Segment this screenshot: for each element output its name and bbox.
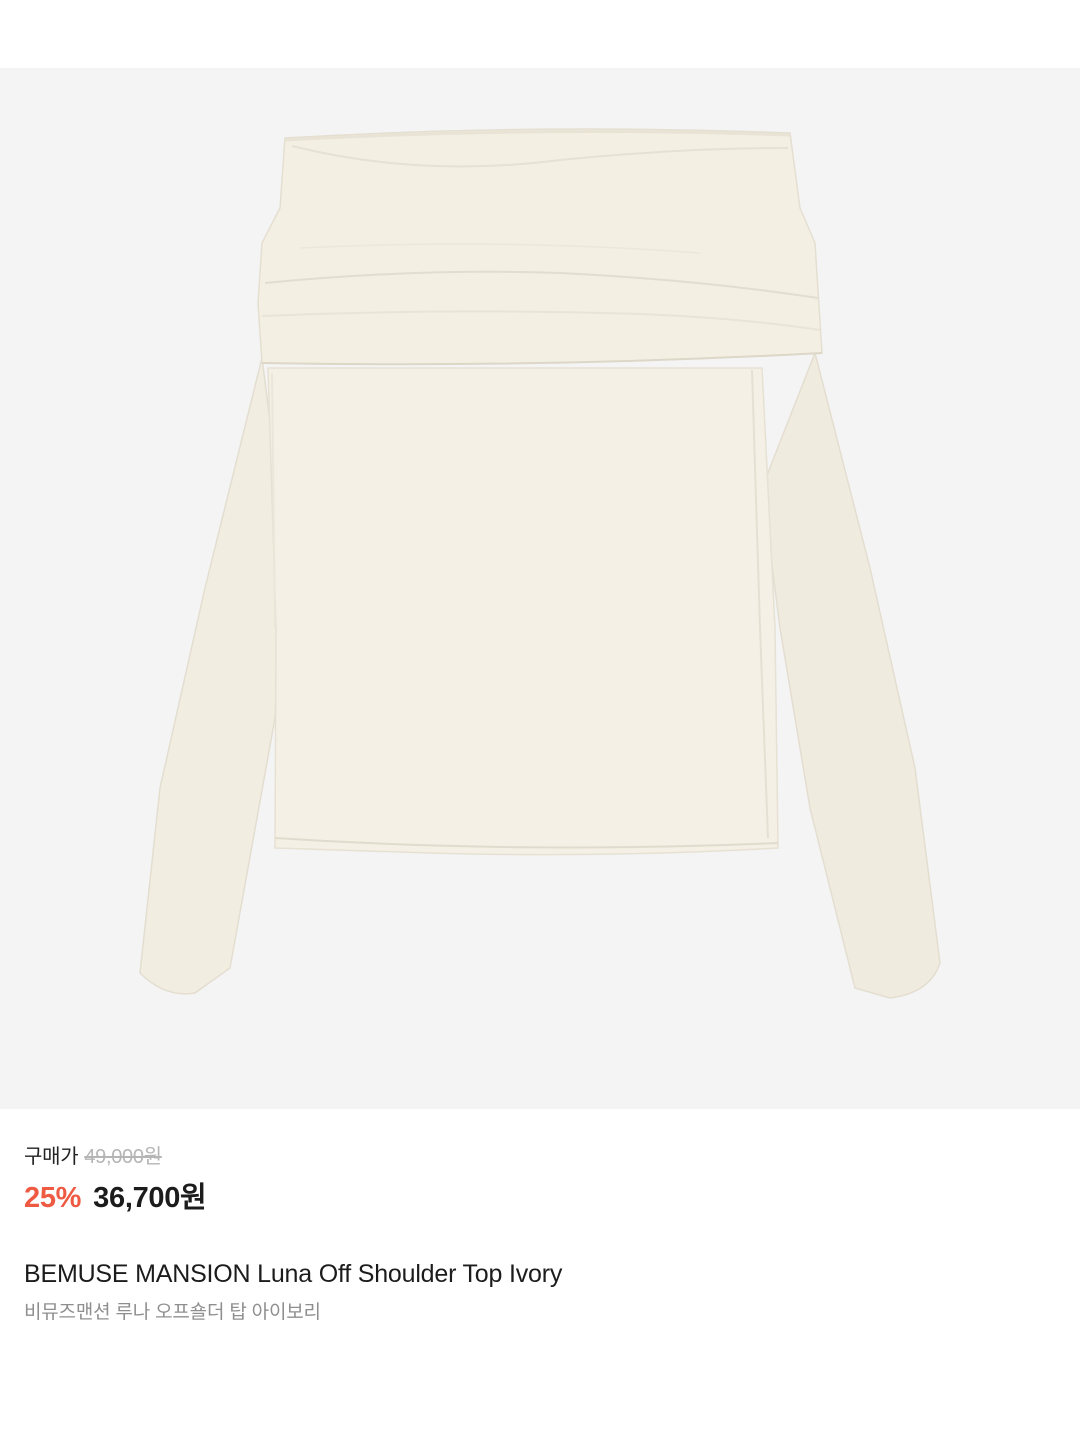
off-shoulder-top-illustration: [139, 128, 941, 999]
buy-price-label: 구매가: [24, 1146, 79, 1168]
product-name-english: BEMUSE MANSION Luna Off Shoulder Top Ivo…: [24, 1260, 563, 1288]
product-info: 구매가 49,000원 25% 36,700원 BEMUSE MANSION L…: [24, 1140, 1056, 1324]
garment-body: [267, 367, 779, 856]
product-image[interactable]: [0, 68, 1080, 1109]
right-sleeve: [761, 350, 941, 999]
left-sleeve: [139, 357, 286, 995]
product-detail-page: 구매가 49,000원 25% 36,700원 BEMUSE MANSION L…: [0, 0, 1080, 1440]
product-name-korean: 비뮤즈맨션 루나 오프숄더 탑 아이보리: [24, 1302, 321, 1323]
sale-price-row: 25% 36,700원: [24, 1174, 1056, 1216]
discount-rate: 25%: [24, 1182, 82, 1214]
original-price-row: 구매가 49,000원: [24, 1140, 1056, 1172]
sale-price: 36,700원: [93, 1182, 207, 1214]
original-price: 49,000원: [84, 1146, 162, 1168]
